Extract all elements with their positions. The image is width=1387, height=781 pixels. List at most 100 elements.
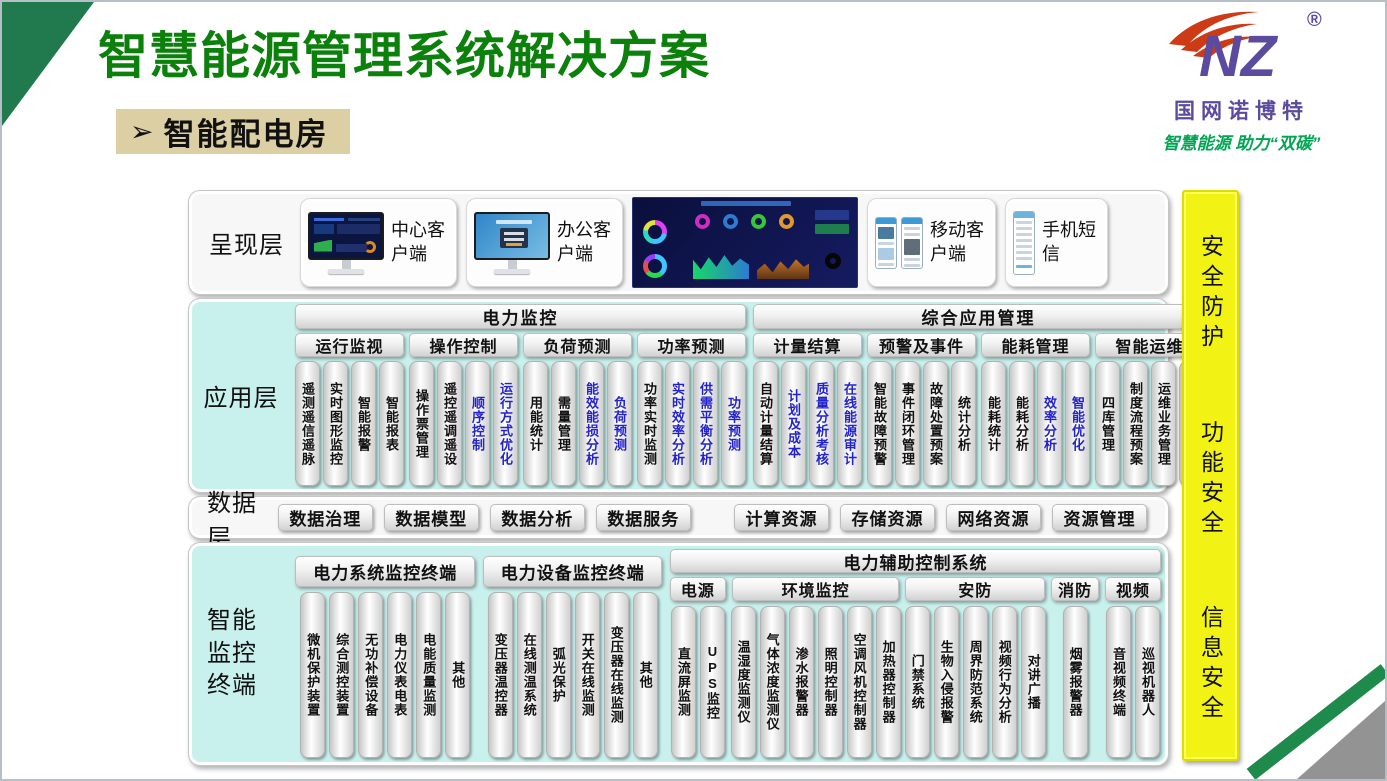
feature-pill: 功率实时监测 bbox=[637, 361, 662, 486]
app-section-header: 负荷预测 bbox=[523, 333, 632, 357]
security-bar: 安全防护 功能安全 信息安全 bbox=[1182, 190, 1239, 761]
device-pill: 音视频终端 bbox=[1106, 606, 1131, 758]
data-layer-button: 数据服务 bbox=[596, 504, 691, 531]
client-label: 移动客户端 bbox=[930, 219, 988, 266]
app-pills: 功率实时监测实时效率分析供需平衡分析功率预测 bbox=[637, 361, 746, 486]
feature-pill: 负荷预测 bbox=[607, 361, 632, 486]
feature-pill: 用能统计 bbox=[523, 361, 548, 486]
logo-company-name: 国网诺博特 bbox=[1134, 95, 1349, 125]
device-pill: 空调风机控制器 bbox=[847, 606, 872, 758]
bullet-arrow-icon: ➢ bbox=[130, 118, 153, 146]
device-pill: 无功补偿设备 bbox=[358, 592, 383, 758]
section-subtitle: 智能配电房 bbox=[163, 109, 328, 154]
data-platform-buttons: 数据治理数据模型数据分析数据服务 bbox=[278, 504, 702, 531]
app-group-header: 电力监控 bbox=[295, 304, 746, 329]
feature-pill: 智能优化 bbox=[1065, 361, 1090, 486]
device-pill: 门禁系统 bbox=[905, 606, 930, 758]
app-sections: 计量结算自动计量结算计划及成本质量分析考核在线能源审计预警及事件智能故障预警事件… bbox=[753, 333, 1204, 486]
feature-pill: 能耗统计 bbox=[981, 361, 1006, 486]
app-section-header: 运行监视 bbox=[295, 333, 404, 357]
device-pill: UPS监控 bbox=[700, 606, 725, 758]
security-item: 安全防护 bbox=[1194, 234, 1228, 354]
terminal-pills: 烟雾报警器 bbox=[1051, 606, 1099, 758]
terminal-group: 电力系统监控终端微机保护装置综合测控装置无功补偿设备电力仪表电表电能质量监测其他 bbox=[295, 549, 475, 758]
terminal-group-header: 电力辅助控制系统 bbox=[670, 549, 1161, 573]
terminal-subgroup: 环境监控温湿度监测仪气体浓度监测仪渗水报警器照明控制器空调风机控制器加热器控制器 bbox=[732, 577, 900, 758]
terminal-subgroup-header: 环境监控 bbox=[732, 577, 900, 601]
device-pill: 在线测温系统 bbox=[517, 592, 542, 758]
terminal-subgroup: 安防门禁系统生物入侵报警周界防范系统视频行为分析对讲广播 bbox=[905, 577, 1045, 758]
terminal-pills: 变压器温控器在线测温系统弧光保护开关在线监测变压器在线监测其他 bbox=[483, 592, 662, 758]
feature-pill: 智能故障预警 bbox=[867, 361, 892, 486]
feature-pill: 在线能源审计 bbox=[837, 361, 862, 486]
presentation-layer-label: 呈现层 bbox=[197, 225, 291, 260]
device-pill: 其他 bbox=[633, 592, 658, 758]
terminal-subgroup: 电源直流屏监测UPS监控 bbox=[670, 577, 726, 758]
security-item: 信息安全 bbox=[1194, 605, 1228, 725]
application-layer: 应用层 电力监控运行监视遥测遥信遥脉实时图形监控智能报警智能报表操作控制操作票管… bbox=[188, 298, 1169, 493]
feature-pill: 智能报表 bbox=[379, 361, 404, 486]
data-layer-button: 数据治理 bbox=[278, 504, 373, 531]
device-pill: 渗水报警器 bbox=[789, 606, 814, 758]
feature-pill: 供需平衡分析 bbox=[693, 361, 718, 486]
app-section: 计量结算自动计量结算计划及成本质量分析考核在线能源审计 bbox=[753, 333, 862, 486]
page-title: 智慧能源管理系统解决方案 bbox=[98, 16, 710, 88]
client-label: 手机短信 bbox=[1042, 219, 1100, 266]
data-layer-button: 数据模型 bbox=[384, 504, 479, 531]
data-layer-button: 网络资源 bbox=[946, 504, 1041, 531]
device-pill: 气体浓度监测仪 bbox=[760, 606, 785, 758]
presentation-layer: 呈现层 中心客户端 bbox=[188, 190, 1169, 295]
feature-pill: 功率预测 bbox=[721, 361, 746, 486]
device-pill: 对讲广播 bbox=[1021, 606, 1046, 758]
app-pills: 自动计量结算计划及成本质量分析考核在线能源审计 bbox=[753, 361, 862, 486]
device-pill: 变压器在线监测 bbox=[604, 592, 629, 758]
sms-client-card: 手机短信 bbox=[1005, 198, 1108, 287]
feature-pill: 制度流程预案 bbox=[1123, 361, 1148, 486]
registered-mark: ® bbox=[1307, 9, 1322, 31]
feature-pill: 计划及成本 bbox=[781, 361, 806, 486]
sms-phone-icon bbox=[1013, 211, 1035, 275]
device-pill: 电力仪表电表 bbox=[387, 592, 412, 758]
app-pills: 用能统计需量管理能效能损分析负荷预测 bbox=[523, 361, 632, 486]
app-pills: 智能故障预警事件闭环管理故障处置预案统计分析 bbox=[867, 361, 976, 486]
device-pill: 综合测控装置 bbox=[329, 592, 354, 758]
dashboard-preview-image bbox=[632, 197, 858, 288]
data-layer-button: 存储资源 bbox=[840, 504, 935, 531]
app-section-header: 能耗管理 bbox=[981, 333, 1090, 357]
device-pill: 弧光保护 bbox=[546, 592, 571, 758]
device-pill: 温湿度监测仪 bbox=[731, 606, 756, 758]
device-pill: 周界防范系统 bbox=[963, 606, 988, 758]
terminal-subgroup: 消防烟雾报警器 bbox=[1051, 577, 1099, 758]
device-pill: 微机保护装置 bbox=[300, 592, 325, 758]
terminal-pills: 温湿度监测仪气体浓度监测仪渗水报警器照明控制器空调风机控制器加热器控制器 bbox=[732, 606, 900, 758]
application-layer-label: 应用层 bbox=[189, 299, 293, 492]
office-client-card: 办公客户端 bbox=[466, 198, 623, 287]
feature-pill: 故障处置预案 bbox=[923, 361, 948, 486]
terminal-group: 电力辅助控制系统电源直流屏监测UPS监控环境监控温湿度监测仪气体浓度监测仪渗水报… bbox=[670, 549, 1161, 758]
feature-pill: 顺序控制 bbox=[465, 361, 490, 486]
app-section: 操作控制操作票管理遥控遥调遥设顺序控制运行方式优化 bbox=[409, 333, 518, 486]
mobile-client-card: 移动客户端 bbox=[867, 198, 996, 287]
app-section-header: 操作控制 bbox=[409, 333, 518, 357]
feature-pill: 四库管理 bbox=[1095, 361, 1120, 486]
app-section: 能耗管理能耗统计能耗分析效率分析智能优化 bbox=[981, 333, 1090, 486]
logo-monogram-icon: NZ ® bbox=[1147, 4, 1337, 96]
security-item: 功能安全 bbox=[1194, 420, 1228, 540]
company-logo: NZ ® 国网诺博特 智慧能源 助力“双碳” bbox=[1134, 4, 1349, 154]
feature-pill: 能效能损分析 bbox=[579, 361, 604, 486]
app-section: 负荷预测用能统计需量管理能效能损分析负荷预测 bbox=[523, 333, 632, 486]
feature-pill: 质量分析考核 bbox=[809, 361, 834, 486]
client-label: 办公客户端 bbox=[557, 219, 615, 266]
device-pill: 视频行为分析 bbox=[992, 606, 1017, 758]
app-group: 电力监控运行监视遥测遥信遥脉实时图形监控智能报警智能报表操作控制操作票管理遥控遥… bbox=[295, 304, 746, 486]
data-layer-button: 数据分析 bbox=[490, 504, 585, 531]
terminal-subgroup: 视频音视频终端巡视机器人 bbox=[1105, 577, 1161, 758]
terminal-layer-label: 智能监控终端 bbox=[189, 543, 293, 765]
device-pill: 巡视机器人 bbox=[1135, 606, 1160, 758]
feature-pill: 操作票管理 bbox=[409, 361, 434, 486]
feature-pill: 实时效率分析 bbox=[665, 361, 690, 486]
device-pill: 烟雾报警器 bbox=[1063, 606, 1088, 758]
terminal-subgroup-header: 视频 bbox=[1105, 577, 1161, 601]
feature-pill: 运维业务管理 bbox=[1151, 361, 1176, 486]
client-label: 中心客户端 bbox=[391, 219, 449, 266]
